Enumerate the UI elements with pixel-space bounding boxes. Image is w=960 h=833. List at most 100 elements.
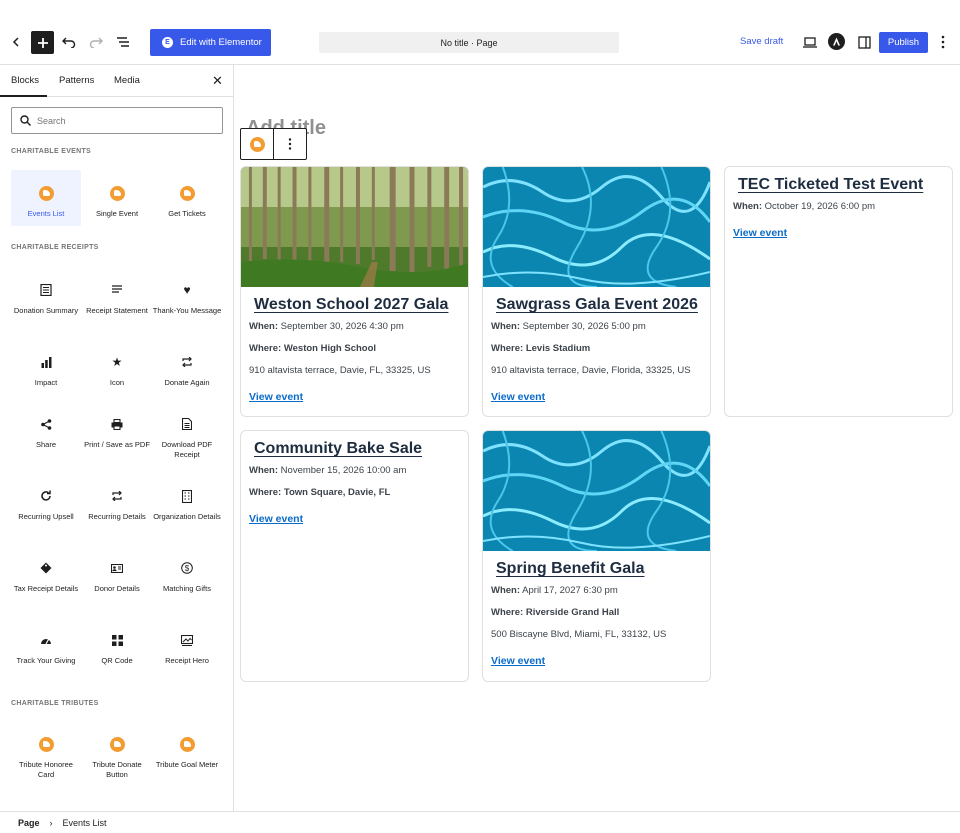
id-card-icon <box>108 559 126 577</box>
category-title-charitable-receipts: CHARITABLE RECEIPTS <box>11 244 99 251</box>
block-matching-gifts[interactable]: $ Matching Gifts <box>152 559 222 594</box>
publish-button[interactable]: Publish <box>879 32 928 53</box>
tab-blocks[interactable]: Blocks <box>11 75 39 86</box>
breadcrumb-page[interactable]: Page <box>18 818 40 828</box>
repeat-icon <box>108 487 126 505</box>
block-print-save-pdf[interactable]: Print / Save as PDF <box>82 415 152 450</box>
file-icon <box>178 415 196 433</box>
forest-event-image <box>241 167 468 287</box>
view-event-link[interactable]: View event <box>491 391 545 403</box>
block-donor-details[interactable]: Donor Details <box>82 559 152 594</box>
event-title-link[interactable]: TEC Ticketed Test Event <box>733 176 923 194</box>
options-more-icon[interactable] <box>936 33 950 51</box>
block-track-your-giving[interactable]: Track Your Giving <box>11 631 81 666</box>
block-label: Recurring Upsell <box>18 512 74 521</box>
block-organization-details[interactable]: Organization Details <box>152 487 222 522</box>
block-events-list[interactable]: Events List <box>11 170 81 226</box>
event-title-link[interactable]: Community Bake Sale <box>249 440 422 458</box>
block-options-icon[interactable] <box>274 129 306 159</box>
event-date: September 30, 2026 5:00 pm <box>522 321 646 332</box>
block-share[interactable]: Share <box>11 415 81 450</box>
block-label: Get Tickets <box>168 209 206 218</box>
block-receipt-hero[interactable]: Receipt Hero <box>152 631 222 666</box>
block-label: Icon <box>109 378 125 387</box>
repeat-icon <box>178 353 196 371</box>
tribute-donate-icon <box>108 735 126 753</box>
event-address: 500 Biscayne Blvd, Miami, FL, 33132, US <box>491 629 667 640</box>
block-single-event[interactable]: Single Event <box>82 184 152 219</box>
when-label: When: <box>733 201 763 212</box>
inserter-tabs: Blocks Patterns Media ✕ <box>0 65 233 97</box>
chevron-right-icon: › <box>49 817 53 828</box>
settings-sidebar-icon[interactable] <box>855 33 873 51</box>
search-icon <box>20 115 31 126</box>
block-label: Events List <box>27 209 65 218</box>
event-when: When: April 17, 2027 6:30 pm <box>491 585 702 597</box>
event-title-link[interactable]: Sawgrass Gala Event 2026 <box>491 296 698 314</box>
block-recurring-upsell[interactable]: Recurring Upsell <box>11 487 81 522</box>
view-event-link[interactable]: View event <box>491 655 545 667</box>
close-icon[interactable]: ✕ <box>212 73 223 89</box>
pool-water-event-image <box>483 431 710 551</box>
breadcrumb-events-list[interactable]: Events List <box>63 818 107 828</box>
view-event-link[interactable]: View event <box>249 513 303 525</box>
event-venue: Riverside Grand Hall <box>525 607 620 618</box>
redo-icon[interactable] <box>86 32 106 52</box>
block-tribute-goal-meter[interactable]: Tribute Goal Meter <box>152 735 222 770</box>
where-label: Where: <box>491 343 524 354</box>
block-impact[interactable]: Impact <box>11 353 81 388</box>
block-thank-you-message[interactable]: ♥ Thank-You Message <box>152 281 222 316</box>
document-title-bar[interactable]: No title · Page <box>319 32 619 53</box>
block-label: Download PDF Receipt <box>161 440 213 459</box>
event-title-link[interactable]: Spring Benefit Gala <box>491 560 644 578</box>
edit-with-elementor-button[interactable]: E Edit with Elementor <box>150 29 271 56</box>
block-icon[interactable]: ★ Icon <box>82 353 152 388</box>
active-tab-indicator <box>0 95 47 97</box>
block-tribute-donate-button[interactable]: Tribute Donate Button <box>82 735 152 780</box>
event-where: Where: Riverside Grand Hall <box>491 607 702 619</box>
block-label: Organization Details <box>153 512 221 521</box>
astra-logo-icon[interactable] <box>828 33 845 50</box>
when-label: When: <box>491 585 521 596</box>
tribute-honoree-icon <box>37 735 55 753</box>
block-type-icon[interactable] <box>241 129 274 159</box>
tab-media[interactable]: Media <box>114 75 140 86</box>
block-tax-receipt-details[interactable]: Tax Receipt Details <box>11 559 81 594</box>
view-event-link[interactable]: View event <box>249 391 303 403</box>
back-arrow-icon[interactable] <box>6 32 26 52</box>
document-outline-icon[interactable] <box>113 32 133 52</box>
save-draft-button[interactable]: Save draft <box>740 36 783 47</box>
block-label: Matching Gifts <box>163 584 211 593</box>
tribute-goal-icon <box>178 735 196 753</box>
block-download-pdf-receipt[interactable]: Download PDF Receipt <box>152 415 222 460</box>
preview-laptop-icon[interactable] <box>801 33 819 51</box>
share-icon <box>37 415 55 433</box>
view-event-link[interactable]: View event <box>733 227 787 239</box>
qr-code-icon <box>108 631 126 649</box>
block-get-tickets[interactable]: Get Tickets <box>152 184 222 219</box>
block-receipt-statement[interactable]: Receipt Statement <box>82 281 152 316</box>
pool-water-event-image <box>483 167 710 287</box>
block-tribute-honoree-card[interactable]: Tribute Honoree Card <box>11 735 81 780</box>
block-label: Receipt Statement <box>86 306 148 315</box>
tab-patterns[interactable]: Patterns <box>59 75 94 86</box>
event-title-link[interactable]: Weston School 2027 Gala <box>249 296 448 314</box>
svg-text:$: $ <box>185 564 190 573</box>
block-recurring-details[interactable]: Recurring Details <box>82 487 152 522</box>
charitable-events-list-icon <box>37 184 55 202</box>
event-address: 910 altavista terrace, Davie, Florida, 3… <box>491 365 691 376</box>
undo-icon[interactable] <box>59 32 79 52</box>
event-when: When: October 19, 2026 6:00 pm <box>733 201 944 213</box>
where-label: Where: <box>249 487 282 498</box>
block-search-field[interactable] <box>11 107 223 134</box>
block-donate-again[interactable]: Donate Again <box>152 353 222 388</box>
event-date: September 30, 2026 4:30 pm <box>280 321 404 332</box>
building-icon <box>178 487 196 505</box>
block-donation-summary[interactable]: Donation Summary <box>11 281 81 316</box>
search-input[interactable] <box>37 115 207 126</box>
block-inserter-panel: Blocks Patterns Media ✕ CHARITABLE EVENT… <box>0 65 234 811</box>
bar-chart-icon <box>37 353 55 371</box>
block-inserter-toggle[interactable] <box>31 31 54 54</box>
printer-icon <box>108 415 126 433</box>
block-qr-code[interactable]: QR Code <box>82 631 152 666</box>
